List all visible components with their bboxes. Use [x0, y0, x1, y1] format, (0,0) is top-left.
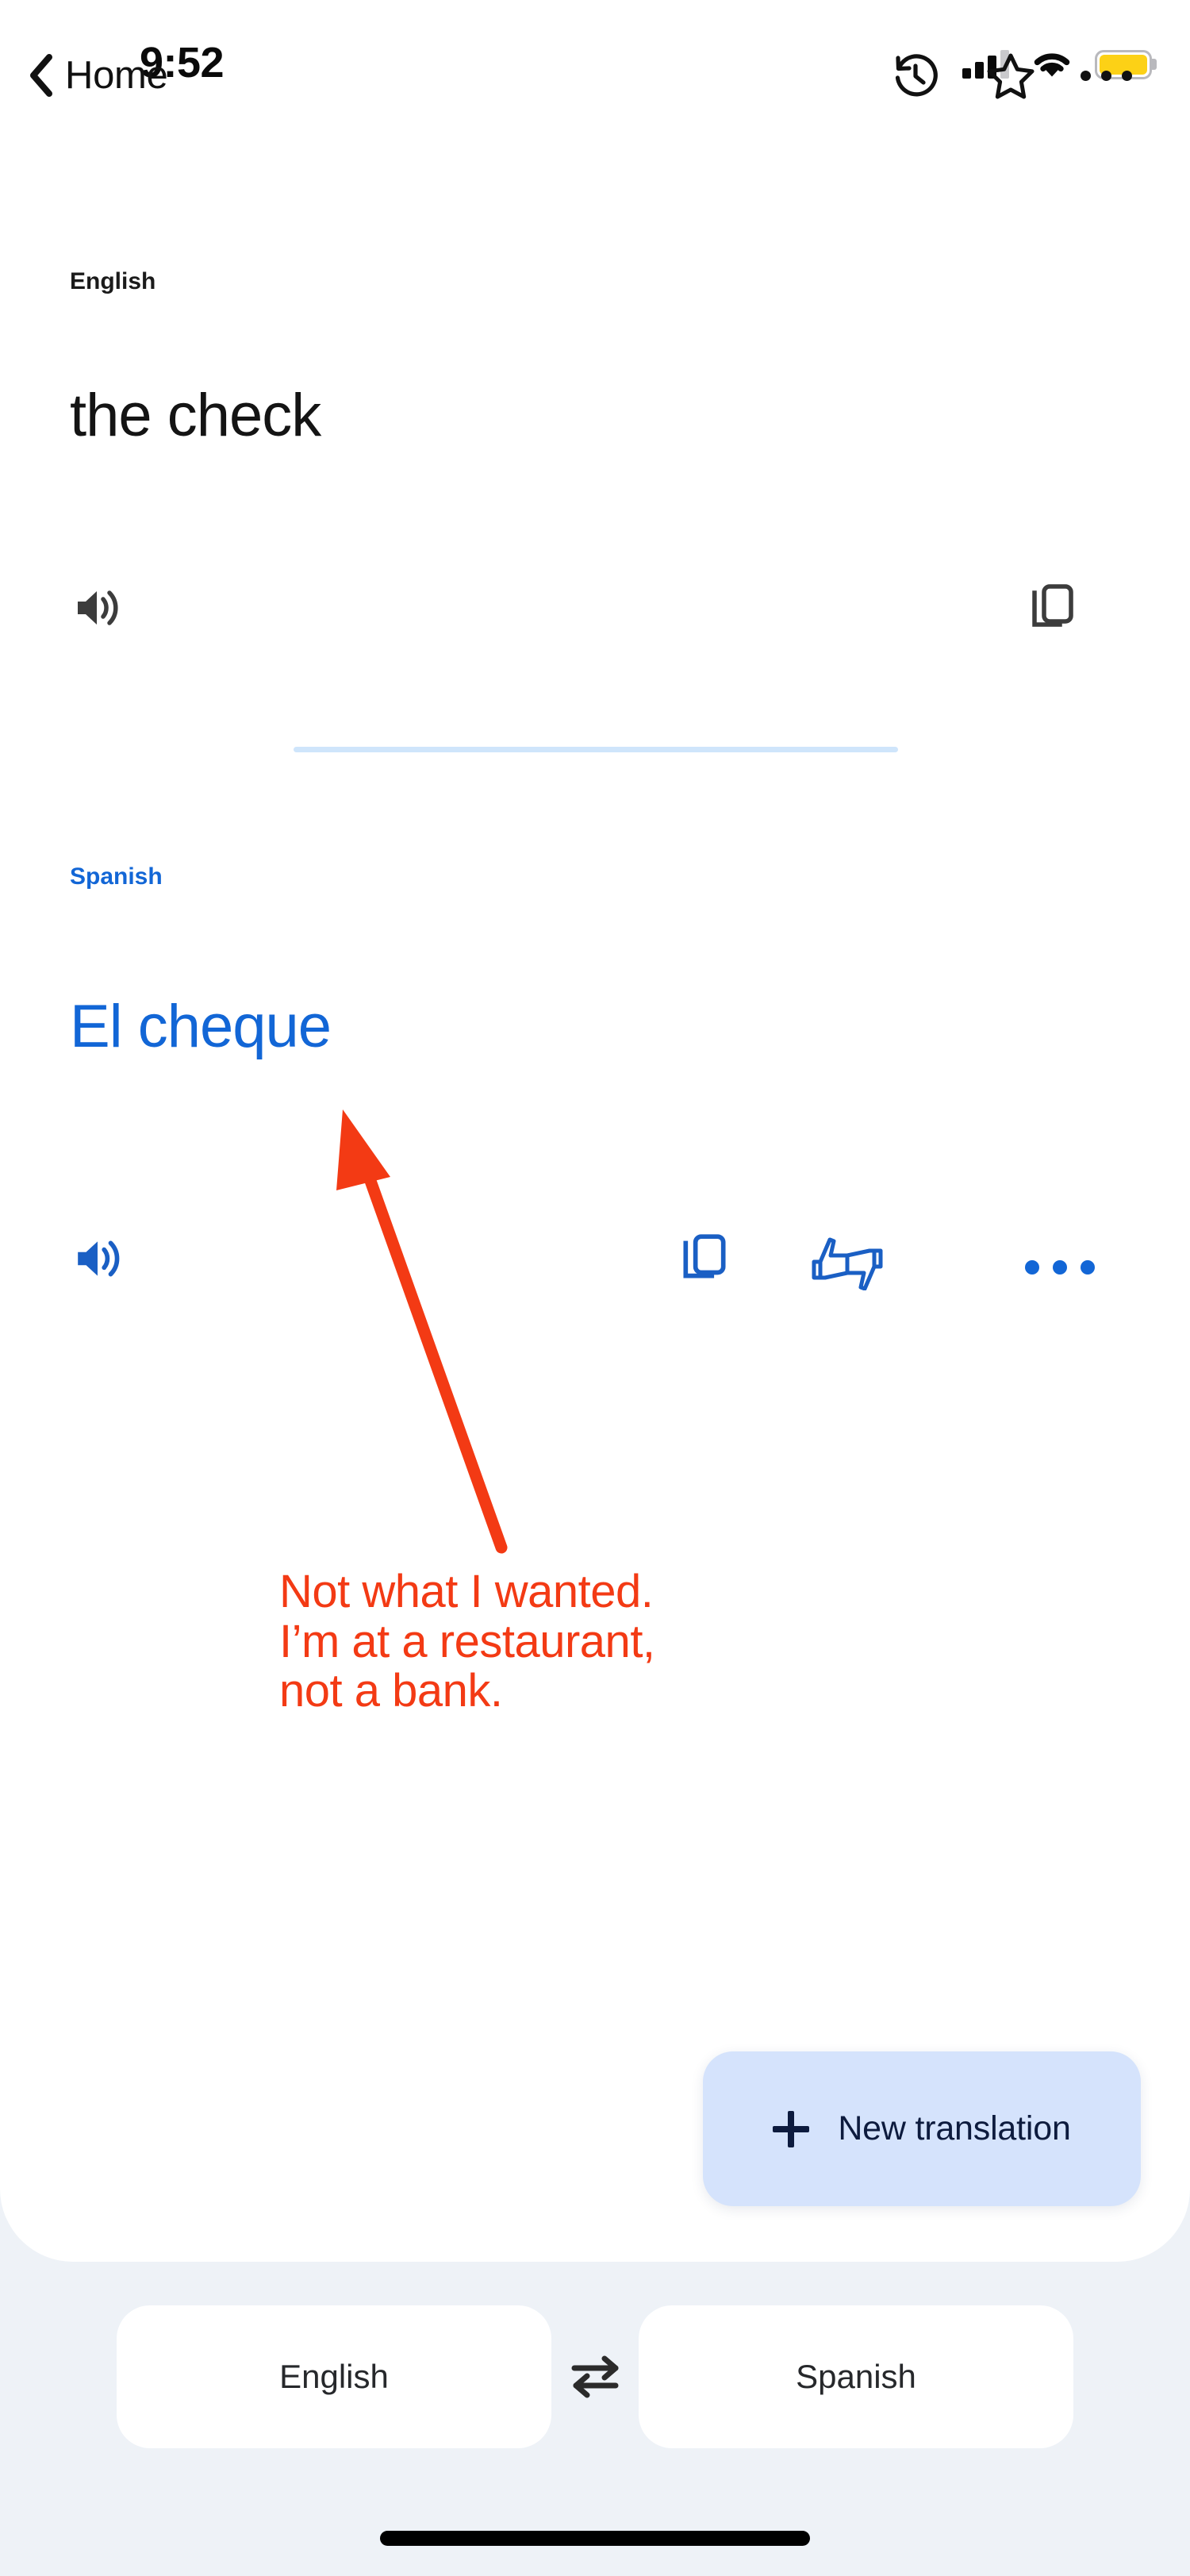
volume-up-icon	[78, 590, 118, 625]
back-button[interactable]: Home	[27, 40, 168, 111]
plus-icon	[773, 2110, 810, 2147]
app-bar-actions	[868, 41, 1154, 110]
app-bar: Home	[0, 32, 1190, 119]
target-language-chip-label: Spanish	[796, 2358, 916, 2395]
star-outline-icon	[987, 53, 1035, 99]
thumbs-up-down-icon	[812, 1237, 883, 1291]
target-overflow-button[interactable]	[1025, 1260, 1095, 1275]
home-indicator[interactable]	[380, 2531, 810, 2546]
more-horizontal-icon	[1080, 70, 1132, 81]
swap-horizontal-icon	[571, 2355, 619, 2398]
source-language-chip[interactable]: English	[117, 2305, 551, 2448]
volume-up-icon	[78, 1240, 120, 1277]
target-text[interactable]: El cheque	[70, 992, 332, 1061]
pane-divider	[294, 747, 898, 752]
target-listen-button[interactable]	[73, 1233, 124, 1288]
target-copy-button[interactable]	[679, 1232, 730, 1290]
new-translation-button[interactable]: New translation	[703, 2051, 1141, 2206]
new-translation-label: New translation	[838, 2109, 1071, 2147]
source-actions	[0, 575, 1190, 655]
overflow-menu-button[interactable]	[1058, 41, 1154, 110]
more-horizontal-icon	[1025, 1260, 1095, 1275]
target-feedback-button[interactable]	[809, 1233, 885, 1294]
phone-screen: 9:52 Home English the check Spanish El c…	[0, 0, 1190, 2576]
swap-languages-button[interactable]	[551, 2352, 639, 2401]
source-listen-button[interactable]	[73, 583, 122, 636]
source-copy-button[interactable]	[1028, 582, 1077, 638]
copy-icon	[1032, 584, 1073, 627]
annotation-line-2: I’m at a restaurant,	[279, 1615, 655, 1667]
target-actions	[0, 1228, 1190, 1316]
annotation-text: Not what I wanted. I’m at a restaurant, …	[279, 1567, 655, 1717]
history-clock-icon	[895, 54, 938, 97]
language-selector-bar: English Spanish	[0, 2278, 1190, 2476]
favorite-button[interactable]	[963, 41, 1058, 110]
copy-icon	[683, 1234, 726, 1278]
source-language-chip-label: English	[279, 2358, 389, 2395]
back-button-label: Home	[65, 54, 168, 97]
source-text[interactable]: the check	[70, 381, 321, 450]
chevron-left-icon	[30, 54, 52, 97]
history-button[interactable]	[868, 41, 963, 110]
annotation-line-1: Not what I wanted.	[279, 1566, 654, 1617]
source-language-label: English	[70, 268, 156, 294]
target-language-chip[interactable]: Spanish	[639, 2305, 1073, 2448]
annotation-line-3: not a bank.	[279, 1665, 503, 1717]
target-language-label: Spanish	[70, 863, 163, 890]
